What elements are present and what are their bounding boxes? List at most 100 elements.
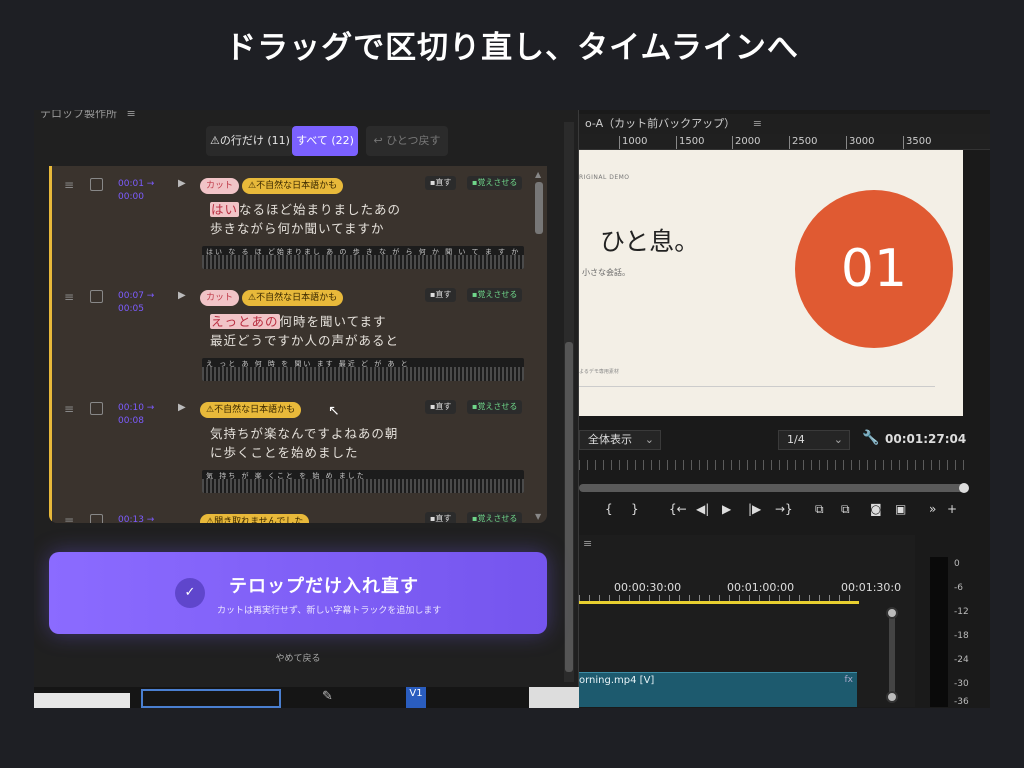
work-area-bar[interactable] xyxy=(579,601,859,604)
drag-handle-icon[interactable]: ≡ xyxy=(64,514,74,523)
caption-text[interactable]: 気持ちが楽なんですよねあの朝 に歩くことを始めました xyxy=(210,424,398,462)
add-button-icon[interactable]: + xyxy=(947,502,957,516)
timeline-time-label: 00:00:30:00 xyxy=(614,581,682,594)
ruler-tick: 1000 xyxy=(619,136,647,149)
clip-name: orning.mp4 [V] xyxy=(579,675,655,686)
learn-button[interactable]: ▪覚えさせる xyxy=(467,176,523,190)
selected-thumbnail[interactable] xyxy=(141,689,281,708)
caption-line1: 気持ちが楽なんですよねあの朝 xyxy=(210,426,399,441)
fix-button[interactable]: ▪直す xyxy=(425,512,457,523)
scroll-down-icon[interactable]: ▼ xyxy=(535,512,541,521)
video-clip[interactable]: orning.mp4 [V] fx xyxy=(579,672,857,707)
bin-thumbnail[interactable] xyxy=(34,693,130,708)
play-icon[interactable]: ▶ xyxy=(722,502,731,516)
mark-out-icon[interactable]: } xyxy=(631,502,639,516)
waveform[interactable]: え っと あ 何 時 を 聞い ます 最近 ど が あ と xyxy=(202,358,524,381)
panel-menu-icon[interactable]: ≡ xyxy=(583,537,592,550)
caption-line2: 歩きながら何か聞いてますか xyxy=(210,221,385,236)
waveform-bars xyxy=(202,367,524,381)
waveform[interactable]: 気 持ち が 楽 くこと を 始 め ました xyxy=(202,470,524,493)
panel-scrollbar-thumb[interactable] xyxy=(565,342,573,672)
fix-button[interactable]: ▪直す xyxy=(425,176,457,190)
ruler-tick: 3500 xyxy=(903,136,931,149)
panel-scrollbar[interactable] xyxy=(564,122,574,682)
row-checkbox[interactable] xyxy=(90,514,103,523)
waveform[interactable]: はい な る ほ ど始まりまし あ の 歩 き な が ら 何 か 聞 い て … xyxy=(202,246,524,269)
scrub-bar[interactable] xyxy=(579,484,965,492)
meter-label: -6 xyxy=(954,583,963,593)
program-monitor-header: o-A（カット前バックアップ） ≡ xyxy=(579,114,990,134)
panel-menu-icon[interactable]: ≡ xyxy=(753,117,762,130)
drag-handle-icon[interactable]: ≡ xyxy=(64,402,74,416)
compare-icon[interactable]: ▣ xyxy=(895,502,906,516)
play-icon[interactable]: ▶ xyxy=(178,402,186,413)
slide-title: ドラッグで区切り直し、タイムラインへ xyxy=(225,30,799,66)
warning-badge: ⚠不自然な日本語かも xyxy=(242,290,344,306)
zoom-handle-bottom[interactable] xyxy=(886,691,898,703)
fit-select[interactable]: 全体表示 ⌄ xyxy=(579,430,661,450)
zoom-handle-top[interactable] xyxy=(886,607,898,619)
mark-in-icon[interactable]: { xyxy=(605,502,613,516)
caption-line1: なるほど始まりましたあの xyxy=(239,202,402,217)
reinsert-telop-button[interactable]: ✓ テロップだけ入れ直す カットは再実行せず、新しい字幕トラックを追加します xyxy=(49,552,547,634)
meter-label: -18 xyxy=(954,631,969,641)
fix-button[interactable]: ▪直す xyxy=(425,288,457,302)
learn-button[interactable]: ▪覚えさせる xyxy=(467,400,523,414)
video-preview[interactable]: RIGINAL DEMO ひと息。 小さな会話。 01 よるデモ専用素材 xyxy=(579,150,963,416)
row-time-range: 00:01 → 00:00 xyxy=(118,178,154,204)
resolution-select[interactable]: 1/4 ⌄ xyxy=(778,430,850,450)
row-checkbox[interactable] xyxy=(90,178,103,191)
timeline-time-label: 00:01:00:00 xyxy=(727,581,795,594)
warning-badge: ⚠不自然な日本語かも xyxy=(200,402,302,418)
more-icon[interactable]: » xyxy=(929,502,936,516)
ruler-tick: 2500 xyxy=(789,136,817,149)
tab-warnings-only[interactable]: ⚠の行だけ (11) xyxy=(206,126,294,156)
step-back-icon[interactable]: ◀| xyxy=(696,502,709,516)
wrench-icon[interactable]: 🔧 xyxy=(862,430,879,446)
lift-icon[interactable]: ⧉ xyxy=(815,502,824,517)
list-scrollbar[interactable]: ▲ ▼ xyxy=(533,170,545,521)
caption-text[interactable]: はいなるほど始まりましたあの 歩きながら何か聞いてますか xyxy=(210,200,401,238)
scroll-up-icon[interactable]: ▲ xyxy=(535,170,541,179)
timeline-zoom-scrollbar[interactable] xyxy=(889,613,895,697)
telop-row[interactable]: ≡ 00:07 → 00:05 ▶ カット ⚠不自然な日本語かも ▪直す ▪覚えさ… xyxy=(49,278,533,390)
timecode: 00:01:27:04 xyxy=(885,432,967,446)
cut-badge: カット xyxy=(200,178,240,194)
drag-handle-icon[interactable]: ≡ xyxy=(64,290,74,304)
learn-button[interactable]: ▪覚えさせる xyxy=(467,512,523,523)
filler-highlight: えっとあの xyxy=(210,314,280,329)
row-checkbox[interactable] xyxy=(90,290,103,303)
go-to-out-icon[interactable]: →} xyxy=(775,502,793,516)
meter-label: -30 xyxy=(954,679,969,689)
monitor-controls: 全体表示 ⌄ 1/4 ⌄ 🔧 00:01:27:04 xyxy=(579,428,979,452)
pen-icon[interactable]: ✎ xyxy=(322,689,333,704)
cancel-link[interactable]: やめて戻る xyxy=(34,651,562,664)
drag-handle-icon[interactable]: ≡ xyxy=(64,178,74,192)
camera-icon[interactable]: ◙ xyxy=(870,502,882,516)
undo-button[interactable]: ↩ ひとつ戻す xyxy=(366,126,448,156)
track-v1-toggle[interactable]: V1 xyxy=(406,687,426,708)
panel-menu-icon[interactable]: ≡ xyxy=(127,110,136,120)
telop-row[interactable]: ≡ 00:01 → 00:00 ▶ カット ⚠不自然な日本語かも ▪直す ▪覚えさ… xyxy=(49,166,533,278)
row-time-text: 00:07 → 00:05 xyxy=(118,291,155,314)
telop-row[interactable]: ≡ 00:10 → 00:08 ▶ ⚠不自然な日本語かも ▪直す ▪覚えさせる … xyxy=(49,390,533,502)
row-badges: カット ⚠不自然な日本語かも xyxy=(200,173,346,194)
time-ruler[interactable]: 1000 1500 2000 2500 3000 3500 xyxy=(579,134,990,150)
chevron-down-icon: ⌄ xyxy=(833,433,843,446)
preview-circle-number: 01 xyxy=(840,239,908,299)
playhead-knob[interactable] xyxy=(959,483,969,493)
row-checkbox[interactable] xyxy=(90,402,103,415)
learn-button[interactable]: ▪覚えさせる xyxy=(467,288,523,302)
tab-all[interactable]: すべて (22) xyxy=(292,126,358,156)
fit-select-value: 全体表示 xyxy=(588,433,632,446)
step-forward-icon[interactable]: |▶ xyxy=(748,502,761,516)
play-icon[interactable]: ▶ xyxy=(178,178,186,189)
extract-icon[interactable]: ⧉ xyxy=(841,502,850,517)
caption-text[interactable]: えっとあの何時を聞いてます 最近どうですか人の声があると xyxy=(210,312,399,350)
go-to-in-icon[interactable]: {← xyxy=(669,502,687,516)
telop-row[interactable]: ≡ 00:13 → ⚠聞き取れませんでした ▪直す ▪覚えさせる xyxy=(49,502,533,523)
fix-button[interactable]: ▪直す xyxy=(425,400,457,414)
meter-label: 0 xyxy=(954,559,960,569)
play-icon[interactable]: ▶ xyxy=(178,290,186,301)
list-scrollbar-thumb[interactable] xyxy=(535,182,543,234)
